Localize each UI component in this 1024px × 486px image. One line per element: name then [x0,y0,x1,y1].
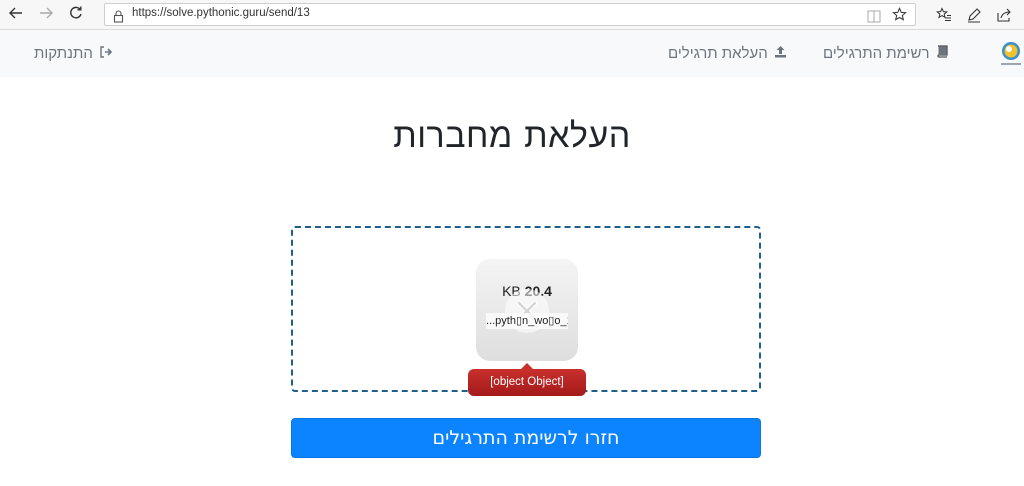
error-tooltip: [object Object] [468,363,586,396]
page-title: העלאת מחברות [393,116,631,156]
reading-view-icon[interactable] [867,8,881,27]
star-icon[interactable] [892,7,907,26]
nav-upload-label: העלאת תרגילים [668,45,768,62]
forward-button[interactable] [35,4,57,26]
favorites-icon[interactable] [934,5,954,25]
sign-out-icon [99,45,113,62]
pen-icon[interactable] [964,5,984,25]
site-logo[interactable] [998,40,1024,70]
nav-logout-link[interactable]: התנתקות [34,45,113,62]
arrow-left-icon [8,5,24,25]
site-navbar: רשימת התרגילים העלאת תרגילים התנתקות [0,30,1024,77]
file-preview: KB 20.4 ...pyth▯n_wo▯o_1 [476,259,578,361]
url-text: https://solve.pythonic.guru/send/13 [132,7,310,19]
share-icon[interactable] [994,5,1014,25]
refresh-button[interactable] [65,4,87,26]
upload-icon [774,45,787,62]
file-dropzone[interactable]: KB 20.4 ...pyth▯n_wo▯o_1 [object Object] [291,226,761,396]
nav-exercises-label: רשימת התרגילים [823,45,930,62]
nav-upload-link[interactable]: העלאת תרגילים [668,45,787,62]
address-bar[interactable]: https://solve.pythonic.guru/send/13 [104,3,916,26]
book-icon [936,45,948,62]
back-button[interactable] [5,4,27,26]
file-name: ...pyth▯n_wo▯o_1 [486,313,568,329]
browser-toolbar: https://solve.pythonic.guru/send/13 [0,0,1024,30]
back-to-exercises-button[interactable]: חזרו לרשימת התרגילים [291,418,761,458]
nav-logout-label: התנתקות [34,45,93,62]
nav-exercises-link[interactable]: רשימת התרגילים [823,45,948,62]
lock-icon [113,8,124,27]
arrow-right-icon [38,5,54,25]
refresh-icon [68,5,84,25]
